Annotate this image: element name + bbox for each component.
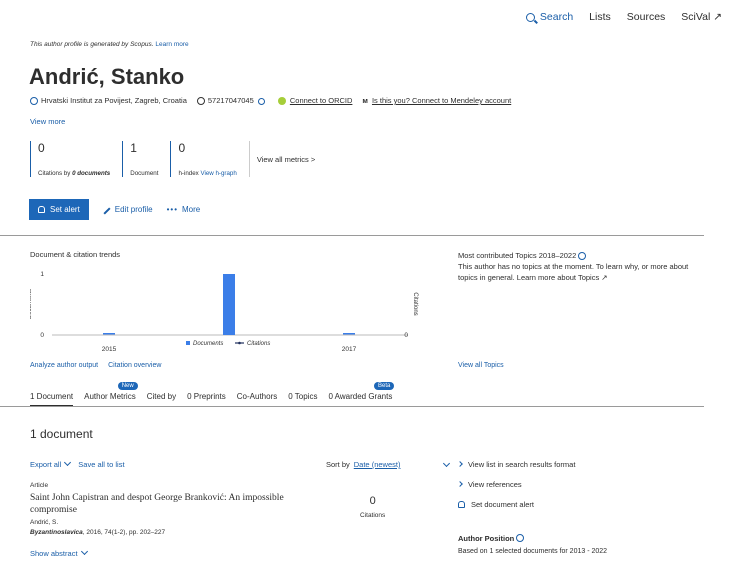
document-item: Article Saint John Capistran and despot …: [30, 482, 320, 536]
action-bar: Set alert Edit profile ••• More: [29, 199, 200, 220]
metric-hindex: 0 h-index View h-graph: [170, 141, 248, 177]
view-h-graph-link[interactable]: View h-graph: [200, 170, 236, 177]
chevron-down-icon: [64, 458, 72, 467]
scopus-id: 57217047045: [196, 96, 268, 106]
chevron-down-icon: [80, 547, 88, 556]
view-all-metrics[interactable]: View all metrics >: [248, 141, 327, 177]
tab-author-metrics[interactable]: Author Metrics New: [84, 382, 138, 407]
legend-citations-marker: [238, 341, 241, 345]
y-axis-label: Documents: [30, 289, 33, 319]
chart-title: Document & citation trends: [30, 250, 121, 259]
bar-documents-2015: [103, 333, 115, 335]
bell-icon: [38, 206, 45, 213]
chevron-right-icon: [457, 461, 463, 467]
connect-mendeley[interactable]: ᴍ Is this you? Connect to Mendeley accoun…: [362, 96, 511, 105]
learn-more-link[interactable]: Learn more: [155, 41, 188, 48]
topics-title: Most contributed Topics 2018–2022: [458, 251, 577, 260]
export-all-button[interactable]: Export all: [30, 458, 72, 469]
chevron-down-icon: [442, 459, 450, 468]
mendeley-icon: ᴍ: [362, 96, 368, 105]
bell-icon: [458, 501, 465, 508]
legend-documents: Documents: [193, 341, 223, 347]
bar-documents-2017: [343, 333, 355, 335]
side-links: View list in search results format View …: [457, 460, 575, 509]
documents-heading: 1 document: [30, 427, 93, 441]
show-abstract-button[interactable]: Show abstract: [30, 547, 88, 558]
document-title[interactable]: Saint John Capistran and despot George B…: [30, 492, 320, 516]
legend-documents-swatch: [186, 341, 190, 345]
tab-awarded-grants[interactable]: 0 Awarded Grants Beta: [328, 382, 395, 407]
chevron-right-icon: [457, 481, 463, 487]
edit-profile-button[interactable]: Edit profile: [103, 205, 153, 215]
pencil-icon: [103, 207, 111, 215]
affiliation[interactable]: Hrvatski Institut za Povijest, Zagreb, C…: [30, 96, 187, 106]
tab-documents[interactable]: 1 Document: [30, 392, 74, 407]
search-icon: [525, 12, 535, 22]
save-all-to-list-button[interactable]: Save all to list: [78, 460, 124, 469]
view-references-link[interactable]: View references: [457, 480, 575, 489]
x-tick-label: 2017: [342, 346, 357, 353]
analyze-author-output-link[interactable]: Analyze author output: [30, 362, 98, 369]
topics-panel: Most contributed Topics 2018–2022 This a…: [458, 250, 708, 283]
author-name: Andrić, Stanko: [29, 64, 185, 89]
document-authors[interactable]: Andrić, S.: [30, 519, 320, 526]
metric-citations: 0 Citations by 0 documents: [30, 141, 122, 177]
tab-preprints[interactable]: 0 Preprints: [187, 392, 226, 407]
new-badge: New: [117, 382, 138, 390]
chart-legend: Documents Citations: [186, 341, 270, 347]
nav-scival[interactable]: SciVal ↗: [681, 11, 722, 23]
bar-documents-2016: [223, 274, 235, 335]
orcid-icon: [277, 97, 286, 106]
tab-topics[interactable]: 0 Topics: [288, 392, 317, 407]
nav-search[interactable]: Search: [525, 11, 573, 23]
tab-cited-by[interactable]: Cited by: [147, 392, 176, 407]
y-tick-label: 1: [40, 271, 44, 278]
y-tick-label: 0: [40, 332, 44, 339]
y2-axis-label: Citations: [412, 292, 418, 315]
ellipsis-icon: •••: [166, 205, 178, 214]
nav-lists[interactable]: Lists: [589, 11, 611, 23]
chart-links: Analyze author output Citation overview: [30, 362, 161, 369]
profile-notice: This author profile is generated by Scop…: [30, 41, 189, 48]
divider-tabs: [0, 406, 704, 407]
divider-top: [0, 235, 704, 236]
help-icon[interactable]: [257, 97, 265, 105]
sort-control: Sort by Date (newest): [326, 459, 451, 469]
set-document-alert-link[interactable]: Set document alert: [458, 500, 575, 509]
author-position: Author Position Based on 1 selected docu…: [458, 534, 607, 555]
y2-tick-label: 0: [404, 332, 408, 339]
info-icon[interactable]: [578, 252, 587, 261]
legend-citations: Citations: [247, 341, 270, 347]
citation-overview-link[interactable]: Citation overview: [108, 362, 161, 369]
author-meta: Hrvatski Institut za Povijest, Zagreb, C…: [30, 96, 511, 106]
view-list-format-link[interactable]: View list in search results format: [457, 460, 575, 469]
view-all-topics-link[interactable]: View all Topics: [458, 362, 504, 369]
info-icon: [30, 97, 38, 106]
id-icon: [196, 97, 205, 106]
set-alert-button[interactable]: Set alert: [29, 199, 89, 220]
document-source: Byzantinoslavica, 2016, 74(1-2), pp. 202…: [30, 529, 166, 536]
metric-documents[interactable]: 1 Document: [122, 141, 170, 177]
document-citations: 0 Citations: [360, 495, 386, 519]
beta-badge: Beta: [373, 382, 395, 390]
x-tick-label: 2015: [102, 346, 117, 353]
bars-group: [103, 274, 355, 335]
view-more-link[interactable]: View more: [30, 117, 65, 126]
connect-orcid[interactable]: Connect to ORCID: [277, 96, 352, 106]
topics-body: This author has no topics at the moment.…: [458, 262, 689, 282]
document-type: Article: [30, 482, 49, 489]
help-icon[interactable]: [516, 534, 525, 542]
author-position-title: Author Position: [458, 534, 515, 543]
tab-co-authors[interactable]: Co-Authors: [237, 392, 277, 407]
nav-sources[interactable]: Sources: [627, 11, 666, 23]
more-button[interactable]: ••• More: [167, 205, 201, 214]
metrics-row: 0 Citations by 0 documents 1 Document 0 …: [30, 141, 327, 177]
top-nav: Search Lists Sources SciVal ↗: [525, 11, 722, 23]
tab-bar: 1 Document Author Metrics New Cited by 0 …: [30, 382, 395, 407]
citation-chart: 1 0 0 Documents Citations 2015 2017 Docu…: [30, 271, 418, 353]
export-bar: Export all Save all to list: [30, 458, 125, 469]
author-position-sub: Based on 1 selected documents for 2013 -…: [458, 548, 608, 555]
sort-select[interactable]: Date (newest): [354, 459, 451, 469]
